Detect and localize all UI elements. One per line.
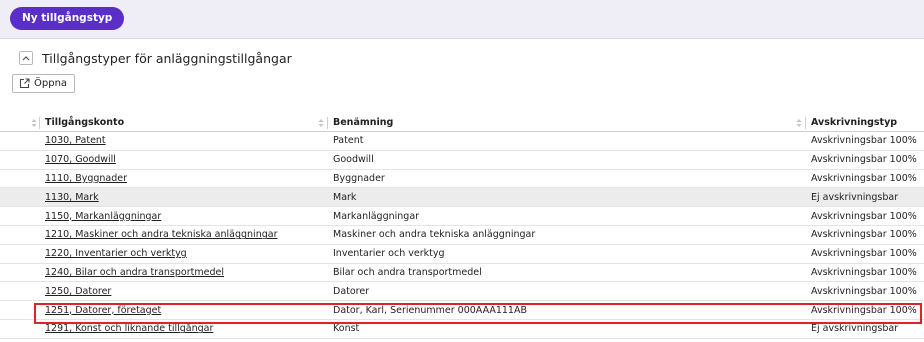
account-link[interactable]: 1291, Konst och liknande tillgångar xyxy=(45,323,213,334)
depreciation-type-cell: Avskrivningsbar 100% xyxy=(811,229,917,241)
open-button[interactable]: Öppna xyxy=(12,74,76,93)
table-row[interactable]: 1251, Datorer, företaget Dator, Karl, Se… xyxy=(0,301,924,320)
account-link[interactable]: 1070, Goodwill xyxy=(45,154,116,165)
column-separator xyxy=(39,117,40,129)
account-link[interactable]: 1130, Mark xyxy=(45,192,99,203)
name-cell: Mark xyxy=(333,191,357,203)
name-cell: Konst xyxy=(333,323,360,335)
table-row[interactable]: 1110, Byggnader Byggnader Avskrivningsba… xyxy=(0,169,924,189)
column-header-account[interactable]: Tillgångskonto xyxy=(45,114,315,131)
name-cell: Patent xyxy=(333,135,364,147)
account-link[interactable]: 1030, Patent xyxy=(45,135,106,146)
depreciation-type-cell: Avskrivningsbar 100% xyxy=(811,266,917,278)
depreciation-type-cell: Avskrivningsbar 100% xyxy=(811,210,917,222)
depreciation-type-cell: Avskrivningsbar 100% xyxy=(811,135,917,147)
asset-types-table: Tillgångskonto Benämning Avskrivningstyp… xyxy=(0,114,924,339)
name-cell: Inventarier och verktyg xyxy=(333,248,445,260)
name-cell: Markanläggningar xyxy=(333,210,420,222)
toolbar: Ny tillgångstyp xyxy=(0,0,924,39)
depreciation-type-cell: Avskrivningsbar 100% xyxy=(811,172,917,184)
table-row[interactable]: 1150, Markanläggningar Markanläggningar … xyxy=(0,207,924,226)
table-row[interactable]: 1070, Goodwill Goodwill Avskrivningsbar … xyxy=(0,150,924,170)
table-row[interactable]: 1210, Maskiner och andra tekniska anlägg… xyxy=(0,225,924,245)
collapse-button[interactable] xyxy=(19,51,33,65)
table-row[interactable]: 1030, Patent Patent Avskrivningsbar 100% xyxy=(0,132,924,151)
column-header-name[interactable]: Benämning xyxy=(333,114,793,131)
account-link[interactable]: 1240, Bilar och andra transportmedel xyxy=(45,267,224,278)
account-link[interactable]: 1110, Byggnader xyxy=(45,173,127,184)
depreciation-type-cell: Ej avskrivningsbar xyxy=(811,323,899,335)
depreciation-type-cell: Avskrivningsbar 100% xyxy=(811,154,917,166)
account-link[interactable]: 1220, Inventarier och verktyg xyxy=(45,248,187,259)
account-link[interactable]: 1210, Maskiner och andra tekniska anlägg… xyxy=(45,229,277,240)
name-cell: Bilar och andra transportmedel xyxy=(333,266,482,278)
sort-icon[interactable] xyxy=(796,118,802,128)
name-cell: Byggnader xyxy=(333,172,385,184)
account-link[interactable]: 1250, Datorer xyxy=(45,286,111,297)
chevron-up-icon xyxy=(22,56,30,61)
column-header-depreciation-type[interactable]: Avskrivningstyp xyxy=(811,114,923,131)
table-row-selected[interactable]: 1130, Mark Mark Ej avskrivningsbar xyxy=(0,188,924,208)
column-separator xyxy=(805,117,806,129)
account-link[interactable]: 1251, Datorer, företaget xyxy=(45,305,161,316)
section-header: Tillgångstyper för anläggningstillgångar xyxy=(19,49,292,67)
depreciation-type-cell: Avskrivningsbar 100% xyxy=(811,248,917,260)
table-row[interactable]: 1291, Konst och liknande tillgångar Kons… xyxy=(0,319,924,339)
depreciation-type-cell: Avskrivningsbar 100% xyxy=(811,304,917,316)
depreciation-type-cell: Ej avskrivningsbar xyxy=(811,191,899,203)
table-row[interactable]: 1250, Datorer Datorer Avskrivningsbar 10… xyxy=(0,282,924,302)
table-row[interactable]: 1220, Inventarier och verktyg Inventarie… xyxy=(0,244,924,264)
external-link-icon xyxy=(19,78,30,89)
section-title: Tillgångstyper för anläggningstillgångar xyxy=(42,50,292,66)
open-button-label: Öppna xyxy=(34,78,68,89)
table-header-row: Tillgångskonto Benämning Avskrivningstyp xyxy=(0,114,924,132)
column-separator xyxy=(327,117,328,129)
table-row[interactable]: 1240, Bilar och andra transportmedel Bil… xyxy=(0,263,924,283)
name-cell: Maskiner och andra tekniska anläggningar xyxy=(333,229,536,241)
name-cell: Dator, Karl, Serienummer 000AAA111AB xyxy=(333,304,527,316)
sort-icon[interactable] xyxy=(31,118,37,128)
new-asset-type-button[interactable]: Ny tillgångstyp xyxy=(10,7,125,30)
name-cell: Datorer xyxy=(333,285,370,297)
name-cell: Goodwill xyxy=(333,154,374,166)
sort-icon[interactable] xyxy=(318,118,324,128)
account-link[interactable]: 1150, Markanläggningar xyxy=(45,211,161,222)
depreciation-type-cell: Avskrivningsbar 100% xyxy=(811,285,917,297)
